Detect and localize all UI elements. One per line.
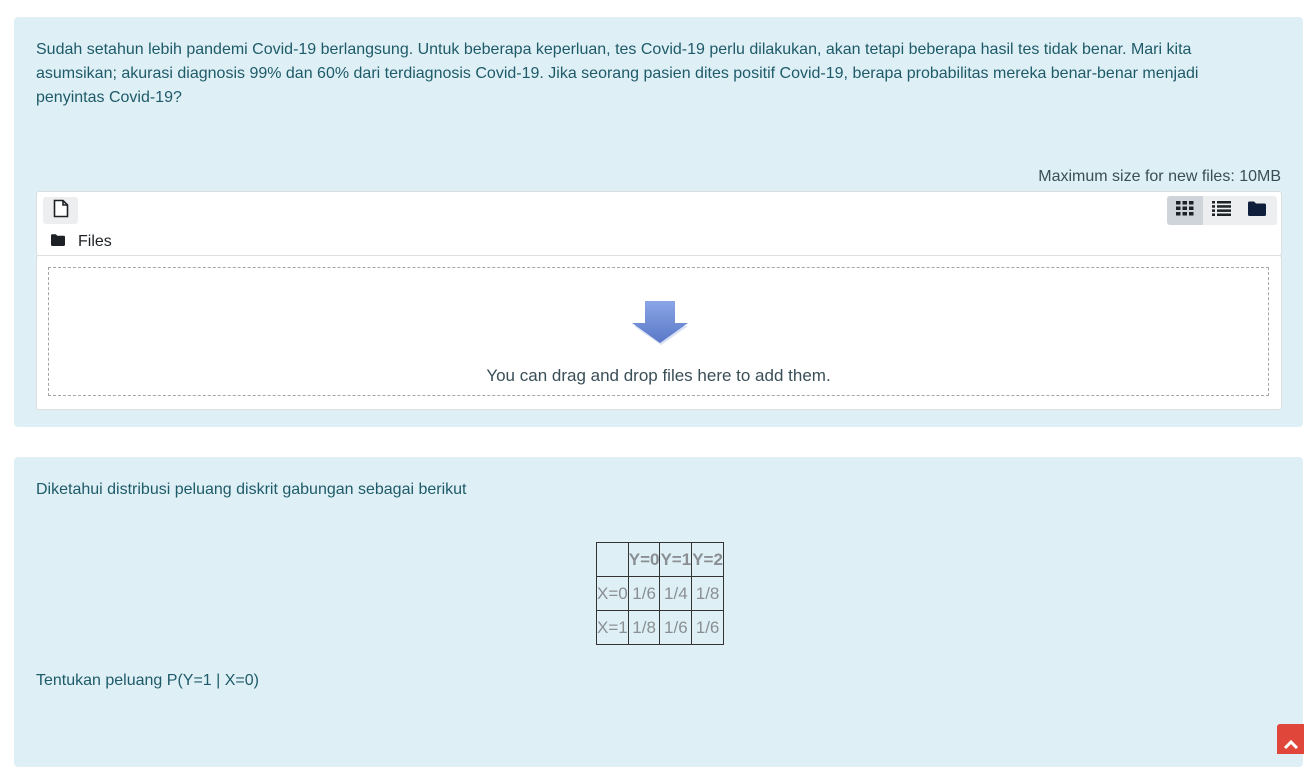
max-file-size: Maximum size for new files: 10MB	[1038, 168, 1281, 185]
chevron-up-icon	[1283, 736, 1299, 754]
table-header-cell: Y=2	[691, 542, 724, 577]
folder-icon	[1248, 201, 1266, 221]
table-cell: X=1	[596, 610, 629, 645]
question-text: Sudah setahun lebih pandemi Covid-19 ber…	[36, 41, 1199, 106]
table-header-row: Y=0 Y=1 Y=2	[596, 542, 724, 577]
list-icon	[1211, 200, 1231, 221]
distribution-table: Y=0 Y=1 Y=2 X=0 1/6 1/4 1/8 X=1 1/8 1/6 …	[596, 542, 724, 645]
dropzone-area[interactable]: You can drag and drop files here to add …	[48, 267, 1269, 396]
back-to-top-button[interactable]	[1277, 724, 1304, 754]
path-bar: Files	[51, 233, 112, 251]
add-file-button[interactable]	[43, 197, 78, 224]
table-row: X=0 1/6 1/4 1/8	[596, 576, 724, 611]
question-prompt: Tentukan peluang P(Y=1 | X=0)	[36, 672, 259, 689]
grid-icon	[1176, 200, 1194, 221]
view-switcher	[1167, 196, 1277, 225]
file-picker: Files	[36, 191, 1282, 256]
file-icon	[53, 199, 69, 223]
table-cell: 1/6	[691, 610, 724, 645]
view-tree-button[interactable]	[1239, 196, 1275, 225]
arrow-down-icon	[632, 301, 688, 350]
table-header-cell	[596, 542, 629, 577]
table-cell: 1/8	[691, 576, 724, 611]
question-card-1: Sudah setahun lebih pandemi Covid-19 ber…	[14, 17, 1303, 427]
dropzone-text: You can drag and drop files here to add …	[486, 366, 831, 385]
table-cell: 1/8	[627, 610, 661, 645]
question-text: Diketahui distribusi peluang diskrit gab…	[36, 481, 467, 498]
file-dropzone[interactable]: You can drag and drop files here to add …	[36, 255, 1282, 410]
path-label[interactable]: Files	[78, 233, 112, 251]
table-header-cell: Y=1	[659, 542, 693, 577]
table-cell: 1/4	[659, 576, 693, 611]
folder-icon	[51, 233, 65, 251]
view-icons-button[interactable]	[1167, 196, 1203, 225]
question-card-2: Diketahui distribusi peluang diskrit gab…	[14, 457, 1303, 767]
table-header-cell: Y=0	[627, 542, 661, 577]
table-row: X=1 1/8 1/6 1/6	[596, 610, 724, 645]
view-list-button[interactable]	[1203, 196, 1239, 225]
table-cell: X=0	[596, 576, 629, 611]
table-cell: 1/6	[627, 576, 661, 611]
table-cell: 1/6	[659, 610, 693, 645]
